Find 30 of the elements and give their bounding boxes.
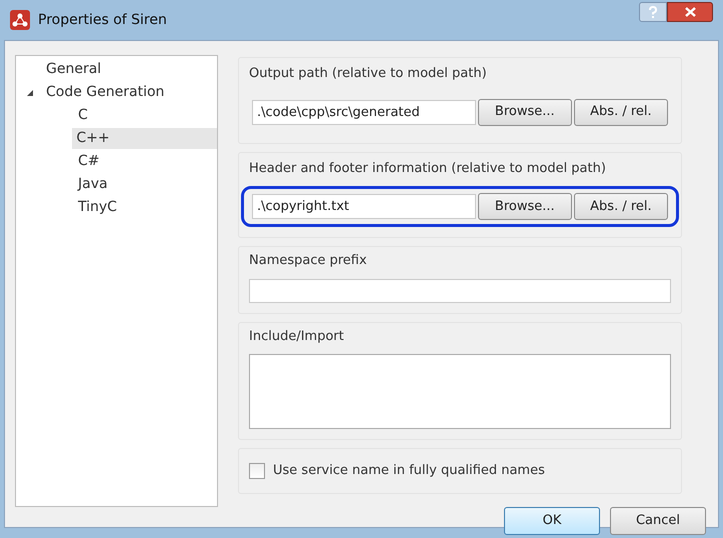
group-label: Header and footer information (relative to model path) bbox=[249, 160, 607, 178]
include-field[interactable] bbox=[249, 354, 671, 429]
group-label: Output path (relative to model path) bbox=[249, 65, 488, 83]
abs-rel-button[interactable]: Abs. / rel. bbox=[574, 98, 668, 126]
path-field[interactable]: .\code\cpp\src\generated bbox=[252, 100, 476, 124]
group-label: Include/Import bbox=[249, 328, 345, 346]
tree-item[interactable]: General bbox=[42, 59, 106, 80]
tree-item[interactable]: Java bbox=[74, 174, 112, 195]
abs-rel-button[interactable]: Abs. / rel. bbox=[574, 193, 668, 220]
help-icon bbox=[648, 6, 658, 18]
close-icon bbox=[684, 7, 696, 17]
checkbox[interactable] bbox=[249, 462, 265, 479]
namespace-field[interactable] bbox=[249, 278, 671, 302]
checkbox-label: Use service name in fully qualified names bbox=[273, 462, 545, 480]
dialog-button[interactable]: OK bbox=[504, 507, 600, 535]
tree-item[interactable]: C bbox=[74, 105, 92, 126]
window-title: Properties of Siren bbox=[38, 10, 168, 30]
help-button[interactable] bbox=[639, 2, 667, 22]
tree-item[interactable]: TinyC bbox=[74, 197, 121, 218]
browse-button[interactable]: Browse... bbox=[478, 98, 572, 126]
browse-button[interactable]: Browse... bbox=[478, 193, 572, 220]
expand-arrow-icon[interactable] bbox=[26, 88, 34, 96]
tree-item[interactable]: Code Generation bbox=[42, 82, 168, 103]
tree-item[interactable]: C# bbox=[74, 151, 104, 172]
path-field[interactable]: .\copyright.txt bbox=[252, 194, 476, 219]
tree-item[interactable]: C++ bbox=[72, 128, 217, 149]
group-label: Namespace prefix bbox=[249, 252, 368, 270]
close-button[interactable] bbox=[667, 2, 713, 22]
dialog-button[interactable]: Cancel bbox=[610, 507, 706, 535]
app-logo-icon bbox=[10, 10, 30, 30]
